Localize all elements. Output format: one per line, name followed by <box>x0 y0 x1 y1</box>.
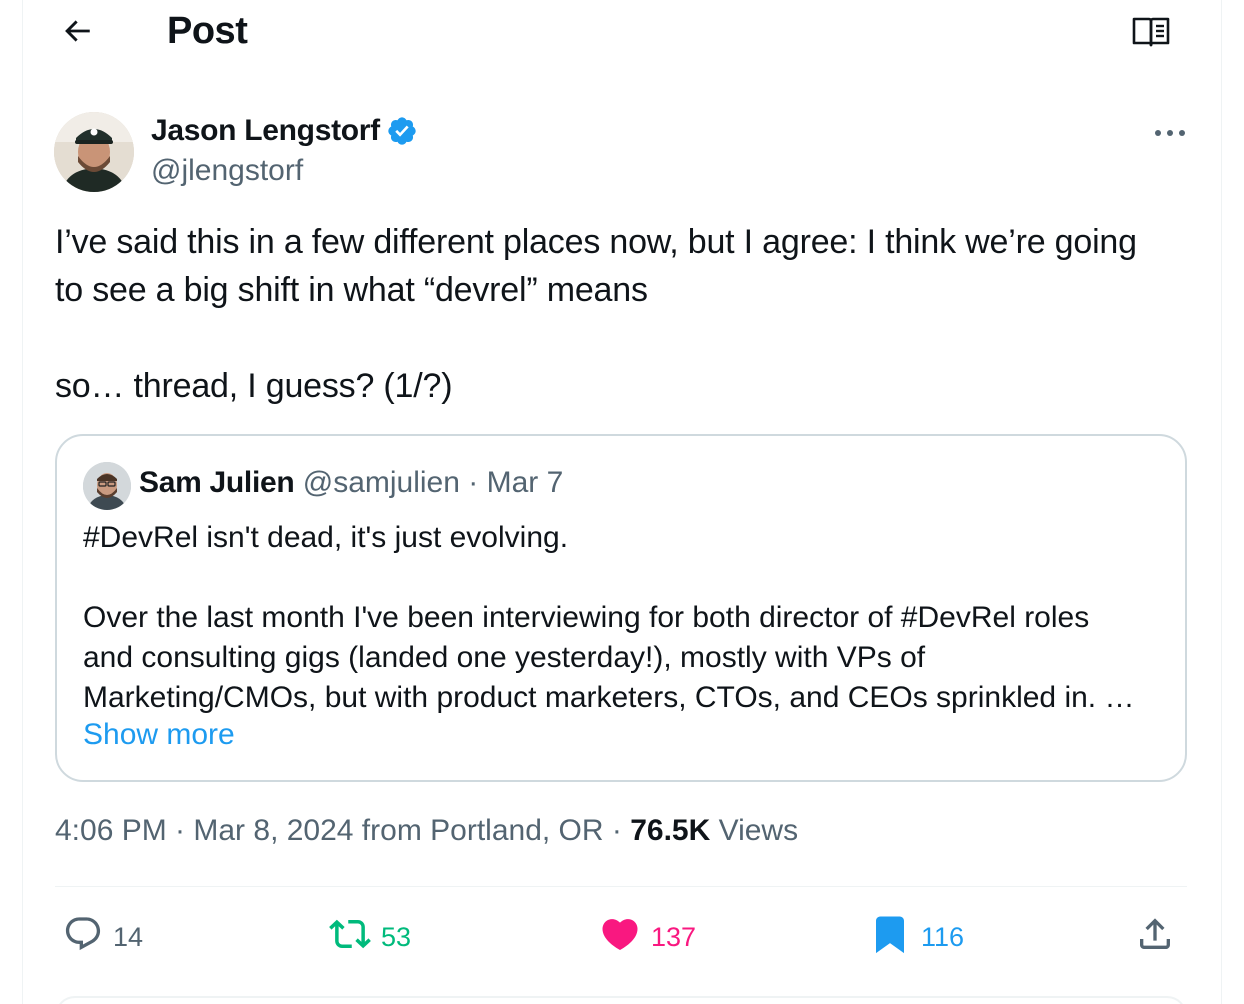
author-name[interactable]: Jason Lengstorf <box>151 114 418 148</box>
reader-mode-button[interactable] <box>1126 12 1176 56</box>
quote-handle-date: @samjulien · Mar 7 <box>303 466 564 499</box>
quote-body: #DevRel isn't dead, it's just evolving. … <box>83 518 1173 718</box>
retweet-count: 53 <box>381 921 412 952</box>
page-title: Post <box>167 10 248 52</box>
reply-count: 14 <box>113 921 144 952</box>
quote-avatar <box>83 462 131 510</box>
action-bar: 14 53 137 116 <box>55 908 1187 966</box>
quoted-tweet[interactable]: Sam Julien @samjulien · Mar 7 #DevRel is… <box>55 434 1187 782</box>
verified-badge-icon[interactable] <box>386 115 418 147</box>
quote-handle-date-text: @samjulien · Mar 7 <box>302 466 564 499</box>
author-handle[interactable]: @jlengstorf <box>151 154 303 188</box>
page-header: Post <box>0 0 1244 70</box>
views-label: Views <box>710 814 799 847</box>
back-button[interactable] <box>54 10 100 56</box>
more-options-button[interactable] <box>1150 118 1190 148</box>
share-button[interactable] <box>1135 908 1175 966</box>
divider <box>55 886 1187 887</box>
tweet-line: so… thread, I guess? (1/?) <box>55 367 453 405</box>
tweet-author: Jason Lengstorf @jlengstorf <box>54 112 1194 192</box>
arrow-left-icon <box>60 14 94 53</box>
show-more-link[interactable]: Show more <box>83 718 235 752</box>
tweet-line: I’ve said this in a few different places… <box>55 223 1137 261</box>
bookmark-button[interactable]: 116 <box>869 908 964 966</box>
bookmark-count: 116 <box>921 921 965 952</box>
tweet-timestamp[interactable]: 4:06 PM · Mar 8, 2024 from Portland, OR … <box>55 814 630 847</box>
retweet-icon <box>329 913 371 962</box>
reply-composer-card <box>55 996 1187 1004</box>
author-name-text: Jason Lengstorf <box>151 114 380 147</box>
tweet-line: to see a big shift in what “devrel” mean… <box>55 271 648 309</box>
reply-button[interactable]: 14 <box>63 908 143 966</box>
tweet-text: I’ve said this in a few different places… <box>55 218 1195 410</box>
avatar[interactable] <box>54 112 134 192</box>
book-open-icon <box>1132 16 1170 53</box>
quote-line: #DevRel isn't dead, it's just evolving. <box>83 521 569 554</box>
quote-line: and consulting gigs (landed one yesterda… <box>83 641 926 674</box>
views-count: 76.5K <box>630 814 711 847</box>
quote-header: Sam Julien @samjulien · Mar 7 <box>139 466 563 500</box>
share-upload-icon <box>1135 914 1175 961</box>
reply-bubble-icon <box>63 914 103 961</box>
bookmark-filled-icon <box>869 913 911 962</box>
quote-author-name: Sam Julien <box>139 466 295 499</box>
like-button[interactable]: 137 <box>599 908 696 966</box>
like-count: 137 <box>651 921 697 952</box>
more-horizontal-icon <box>1154 124 1186 142</box>
heart-filled-icon <box>599 913 641 962</box>
retweet-button[interactable]: 53 <box>329 908 411 966</box>
tweet-meta: 4:06 PM · Mar 8, 2024 from Portland, OR … <box>55 814 798 848</box>
quote-line: Over the last month I've been interviewi… <box>83 601 1090 634</box>
quote-line: Marketing/CMOs, but with product markete… <box>83 681 1135 714</box>
